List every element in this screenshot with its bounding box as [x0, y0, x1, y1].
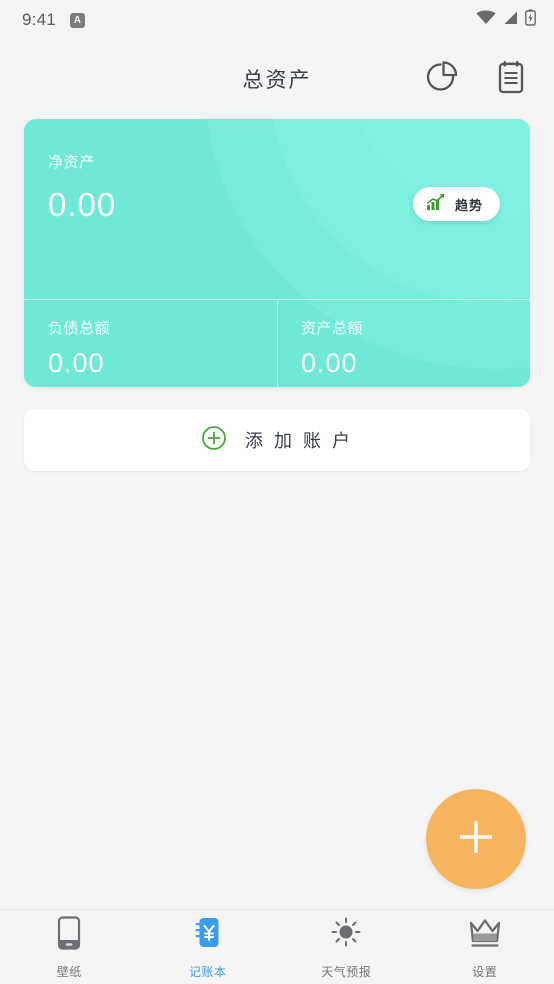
- add-account-button[interactable]: 添 加 账 户: [24, 409, 530, 471]
- header-actions: [420, 56, 532, 103]
- nav-item-settings[interactable]: 设置: [416, 915, 554, 980]
- pie-chart-icon[interactable]: [420, 56, 462, 103]
- battery-charging-icon: [525, 9, 536, 31]
- add-account-label: 添 加 账 户: [244, 431, 353, 451]
- clipboard-icon[interactable]: [490, 56, 532, 103]
- status-time: 9:41: [22, 10, 56, 29]
- wifi-icon: [476, 10, 496, 30]
- status-bar-right: [476, 9, 536, 31]
- nav-item-wallpaper[interactable]: 壁纸: [0, 915, 139, 980]
- status-bar: 9:41 A: [0, 0, 554, 40]
- bottom-navigation-bar: 壁纸 记账本 天气预报 设置: [0, 909, 554, 984]
- summary-card: 净资产 0.00 趋势 负债总额 0.00 资产总额 0.00: [24, 119, 530, 387]
- assets-label: 资产总额: [301, 320, 364, 337]
- app-notification-badge-icon: A: [69, 12, 85, 28]
- assets-cell: 资产总额 0.00: [277, 300, 530, 387]
- nav-item-weather[interactable]: 天气预报: [277, 915, 416, 980]
- card-bottom-section: 负债总额 0.00 资产总额 0.00: [24, 300, 530, 387]
- nav-label-wallpaper: 壁纸: [56, 964, 82, 979]
- nav-label-ledger: 记账本: [188, 964, 227, 979]
- app-header: 总资产: [0, 40, 554, 118]
- plus-icon: [453, 814, 499, 865]
- net-assets-label: 净资产: [48, 154, 95, 171]
- trend-button[interactable]: 趋势: [412, 187, 500, 221]
- sun-weather-icon: [329, 915, 363, 958]
- plus-circle-icon: [201, 425, 227, 456]
- crown-settings-icon: [467, 915, 503, 958]
- liabilities-cell: 负债总额 0.00: [24, 300, 277, 387]
- liabilities-value: 0.00: [48, 348, 105, 378]
- liabilities-label: 负债总额: [48, 320, 111, 337]
- ledger-book-icon: [191, 915, 225, 958]
- phone-wallpaper-icon: [52, 915, 86, 958]
- add-record-fab[interactable]: [426, 789, 526, 889]
- nav-item-ledger[interactable]: 记账本: [139, 915, 278, 980]
- trend-button-label: 趋势: [454, 197, 483, 213]
- trend-up-chart-icon: [426, 193, 446, 216]
- status-bar-left: 9:41 A: [22, 10, 85, 30]
- nav-label-settings: 设置: [472, 964, 498, 979]
- cellular-signal-icon: [503, 10, 518, 30]
- nav-label-weather: 天气预报: [321, 964, 372, 979]
- assets-value: 0.00: [301, 348, 358, 378]
- net-assets-section: 净资产 0.00 趋势: [24, 119, 530, 299]
